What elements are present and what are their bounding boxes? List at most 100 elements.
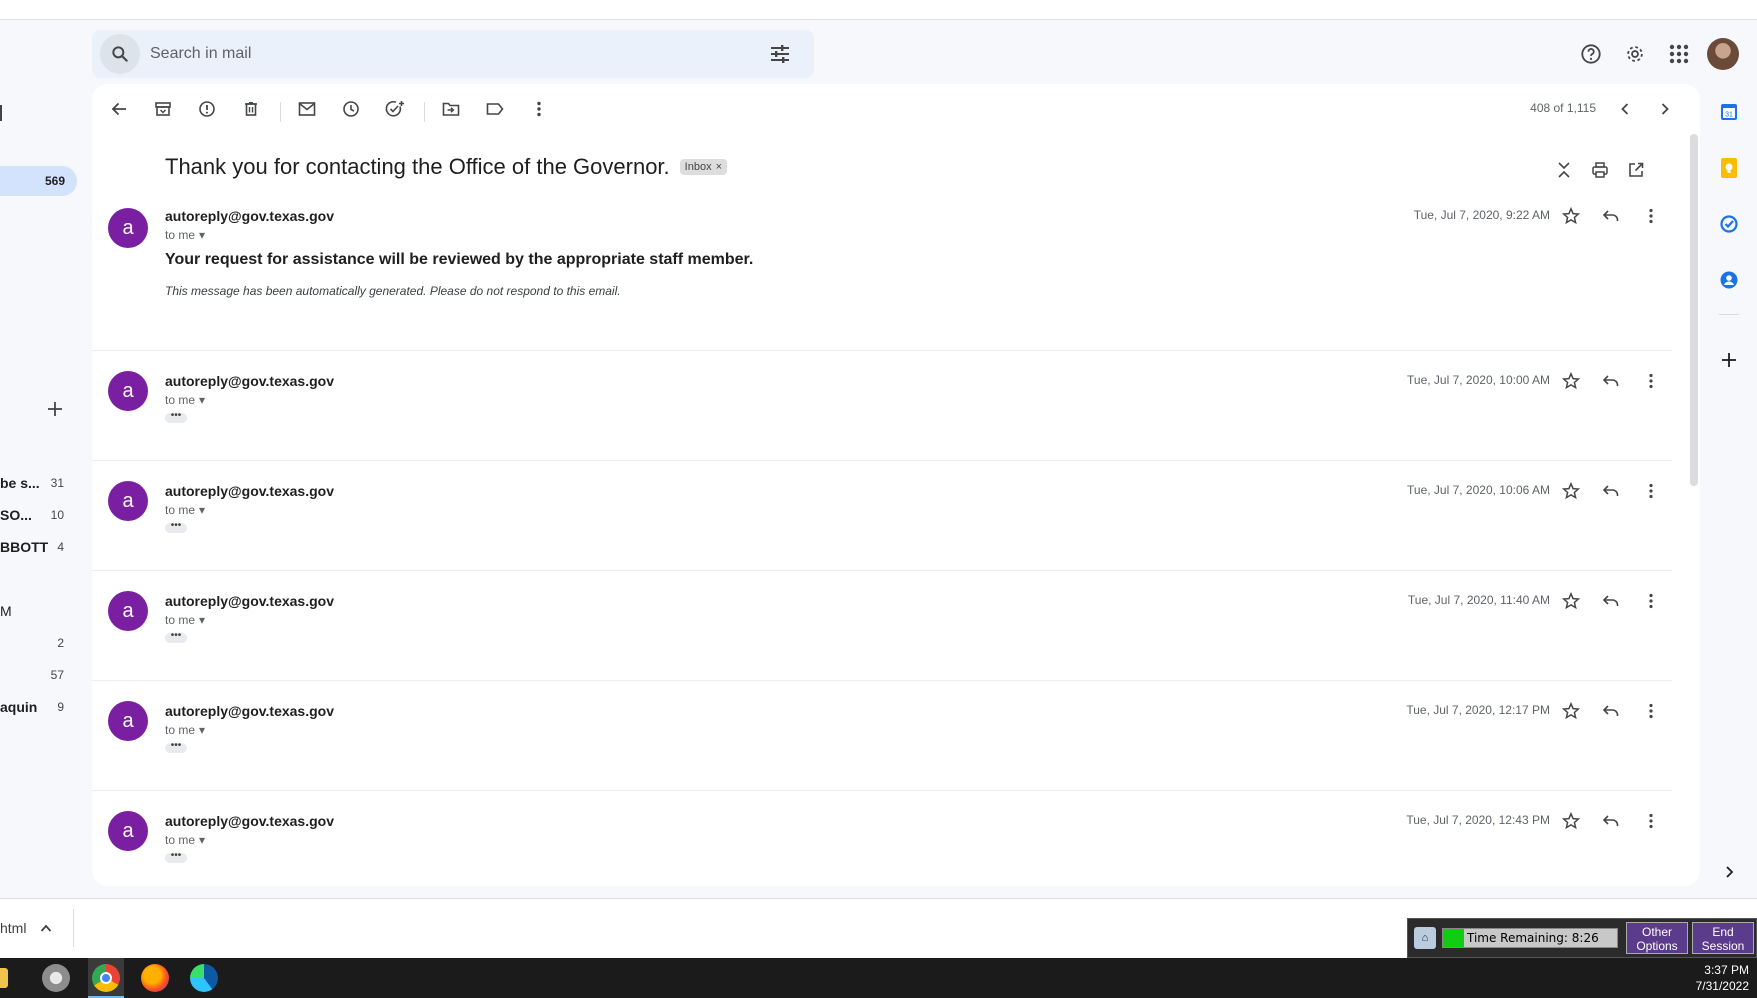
sidebar-label-item[interactable]: 57 [0, 664, 66, 686]
star-icon[interactable] [1554, 699, 1588, 723]
show-trimmed-content-button[interactable]: ••• [165, 411, 187, 423]
more-vert-icon[interactable] [1634, 699, 1668, 723]
email-message-expanded[interactable]: a autoreply@gov.texas.gov to me ▾ Tue, Ju… [92, 194, 1672, 351]
delete-icon[interactable] [236, 94, 266, 124]
reply-icon[interactable] [1594, 809, 1628, 833]
star-icon[interactable] [1554, 369, 1588, 393]
inbox-label-chip[interactable]: Inbox × [679, 159, 728, 175]
add-label-icon[interactable] [46, 400, 70, 424]
message-actions [1554, 699, 1668, 723]
collapse-all-icon[interactable] [1550, 156, 1578, 184]
recipient-line[interactable]: to me ▾ [165, 723, 205, 737]
email-message-collapsed[interactable]: a autoreply@gov.texas.gov to me ▾ ••• Tue… [92, 791, 1672, 886]
contacts-icon[interactable] [1719, 270, 1739, 290]
details-caret-icon[interactable]: ▾ [199, 613, 205, 627]
move-to-icon[interactable] [436, 94, 466, 124]
star-icon[interactable] [1554, 204, 1588, 228]
sender-email[interactable]: autoreply@gov.texas.gov [165, 593, 334, 609]
sender-email[interactable]: autoreply@gov.texas.gov [165, 373, 334, 389]
help-icon[interactable] [1569, 32, 1613, 76]
sidebar-label-item[interactable]: BBOTT 4 [0, 536, 66, 558]
mark-unread-icon[interactable] [292, 94, 322, 124]
email-message-collapsed[interactable]: a autoreply@gov.texas.gov to me ▾ ••• Tue… [92, 681, 1672, 791]
more-vert-icon[interactable] [1634, 369, 1668, 393]
more-vert-icon[interactable] [1634, 204, 1668, 228]
side-panel: 31 [1700, 80, 1757, 898]
search-icon[interactable] [100, 34, 140, 74]
recipient-line[interactable]: to me ▾ [165, 228, 205, 242]
add-task-icon[interactable] [380, 94, 410, 124]
show-side-panel-chevron-icon[interactable] [1719, 862, 1739, 882]
other-options-button[interactable]: Other Options [1626, 922, 1688, 954]
tasks-icon[interactable] [1719, 214, 1739, 234]
sidebar-label-item[interactable]: be s... 31 [0, 472, 66, 494]
show-trimmed-content-button[interactable]: ••• [165, 521, 187, 533]
label-icon[interactable] [480, 94, 510, 124]
details-caret-icon[interactable]: ▾ [199, 228, 205, 242]
sidebar-label-item[interactable]: aquin 9 [0, 696, 66, 718]
reply-icon[interactable] [1594, 699, 1628, 723]
firefox-icon[interactable] [141, 964, 169, 992]
sender-email[interactable]: autoreply@gov.texas.gov [165, 703, 334, 719]
show-trimmed-content-button[interactable]: ••• [165, 851, 187, 863]
calendar-icon[interactable]: 31 [1719, 102, 1739, 122]
show-trimmed-content-button[interactable]: ••• [165, 741, 187, 753]
edge-icon[interactable] [190, 964, 218, 992]
print-icon[interactable] [1586, 156, 1614, 184]
apps-grid-icon[interactable] [1657, 32, 1701, 76]
settings-icon[interactable] [1613, 32, 1657, 76]
sidebar-label-item[interactable]: 2 [0, 632, 66, 654]
sidebar-item-inbox[interactable]: 569 [0, 166, 77, 196]
search-options-icon[interactable] [760, 34, 800, 74]
email-message-collapsed[interactable]: a autoreply@gov.texas.gov to me ▾ ••• Tue… [92, 571, 1672, 681]
email-message-collapsed[interactable]: a autoreply@gov.texas.gov to me ▾ ••• Tue… [92, 351, 1672, 461]
email-message-collapsed[interactable]: a autoreply@gov.texas.gov to me ▾ ••• Tue… [92, 461, 1672, 571]
scrollbar-thumb[interactable] [1690, 134, 1698, 486]
recipient-line[interactable]: to me ▾ [165, 833, 205, 847]
chrome-icon[interactable] [92, 964, 120, 992]
download-item[interactable]: html [0, 909, 74, 947]
account-avatar[interactable] [1707, 38, 1739, 70]
star-icon[interactable] [1554, 479, 1588, 503]
more-vert-icon[interactable] [524, 94, 554, 124]
file-explorer-icon[interactable] [0, 968, 8, 988]
sender-email[interactable]: autoreply@gov.texas.gov [165, 483, 334, 499]
remove-label-icon[interactable]: × [716, 161, 722, 173]
sidebar-label-item[interactable]: SO... 10 [0, 504, 66, 526]
star-icon[interactable] [1554, 589, 1588, 613]
more-vert-icon[interactable] [1634, 479, 1668, 503]
more-vert-icon[interactable] [1634, 589, 1668, 613]
disc-app-icon[interactable] [42, 964, 70, 992]
add-icon[interactable] [1719, 350, 1739, 370]
snooze-icon[interactable] [336, 94, 366, 124]
details-caret-icon[interactable]: ▾ [199, 833, 205, 847]
keep-icon[interactable] [1719, 158, 1739, 178]
sidebar-label-item[interactable]: M [0, 600, 66, 622]
sender-email[interactable]: autoreply@gov.texas.gov [165, 208, 334, 224]
archive-icon[interactable] [148, 94, 178, 124]
search-bar[interactable]: Search in mail [92, 30, 814, 78]
more-vert-icon[interactable] [1634, 809, 1668, 833]
report-spam-icon[interactable] [192, 94, 222, 124]
search-input[interactable]: Search in mail [150, 45, 760, 63]
sender-email[interactable]: autoreply@gov.texas.gov [165, 813, 334, 829]
show-trimmed-content-button[interactable]: ••• [165, 631, 187, 643]
end-session-button[interactable]: End Session [1692, 922, 1754, 954]
thread-scrollbar[interactable] [1688, 134, 1700, 486]
older-chevron-icon[interactable] [1650, 94, 1680, 124]
reply-icon[interactable] [1594, 204, 1628, 228]
details-caret-icon[interactable]: ▾ [199, 723, 205, 737]
reply-icon[interactable] [1594, 589, 1628, 613]
newer-chevron-icon[interactable] [1610, 94, 1640, 124]
recipient-line[interactable]: to me ▾ [165, 393, 205, 407]
details-caret-icon[interactable]: ▾ [199, 393, 205, 407]
details-caret-icon[interactable]: ▾ [199, 503, 205, 517]
reply-icon[interactable] [1594, 369, 1628, 393]
chevron-up-icon[interactable] [40, 924, 52, 932]
back-arrow-icon[interactable] [104, 94, 134, 124]
recipient-line[interactable]: to me ▾ [165, 613, 205, 627]
star-icon[interactable] [1554, 809, 1588, 833]
recipient-line[interactable]: to me ▾ [165, 503, 205, 517]
reply-icon[interactable] [1594, 479, 1628, 503]
open-new-window-icon[interactable] [1622, 156, 1650, 184]
